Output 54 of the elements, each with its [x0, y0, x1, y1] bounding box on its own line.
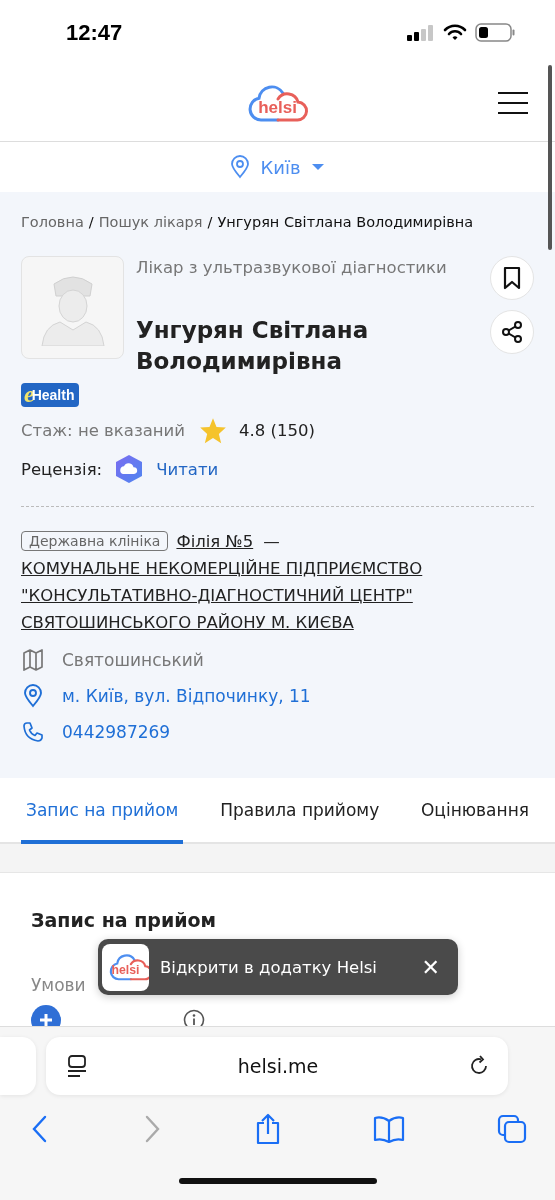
tab[interactable]: Правила прийому: [215, 778, 385, 844]
share-button[interactable]: [490, 310, 534, 354]
book-icon[interactable]: [372, 1115, 405, 1143]
reader-icon: [66, 1054, 88, 1078]
conditions-label: Умови: [31, 975, 86, 995]
open-in-app-banner[interactable]: helsi Відкрити в додатку Helsi ✕: [98, 939, 458, 995]
section-title: Запис на прийом: [31, 909, 218, 931]
scrollbar[interactable]: [548, 65, 552, 250]
phone-link[interactable]: 0442987269: [62, 722, 171, 742]
share-icon[interactable]: [254, 1113, 281, 1145]
breadcrumb-separator: /: [207, 214, 213, 230]
doctor-specialty: Лікар з ультразвукової діагностики: [136, 258, 448, 277]
phone-icon: [21, 720, 45, 744]
cloud-icon: [246, 83, 309, 123]
signal-icon: [407, 24, 435, 41]
review-link[interactable]: Читати: [156, 459, 219, 479]
clinic-name-link[interactable]: КОМУНАЛЬНЕ НЕКОМЕРЦІЙНЕ ПІДПРИЄМСТВО "КОНСУЛЬТАТИВНО-ДІАГНОСТИЧНИЙ ЦЕНТР" СВЯТОШИНСЬКОГО РАЙОНУ М. КИЄВА: [21, 555, 534, 636]
helsi-logo[interactable]: helsi: [246, 83, 309, 123]
clinic-type-tag: Державна клініка: [21, 531, 169, 551]
logo-text: helsi: [111, 963, 140, 978]
star-icon: [199, 417, 228, 444]
location-pin-icon: [230, 155, 251, 179]
doctor-name: Унгурян Світлана Володимирівна: [136, 316, 370, 376]
breadcrumb-current: Унгурян Світлана Володимирівна: [217, 214, 474, 230]
map-icon: [21, 648, 45, 672]
url-text: helsi.me: [237, 1055, 319, 1077]
caret-icon: [310, 163, 325, 171]
tab[interactable]: Оцінювання: [416, 778, 534, 844]
experience-text: Стаж: не вказаний: [21, 421, 186, 440]
battery-icon: [475, 23, 515, 42]
dash-separator: —: [263, 531, 280, 551]
breadcrumb-separator: /: [88, 214, 94, 230]
menu-icon[interactable]: [497, 91, 529, 115]
banner-text: Відкрити в додатку Helsi: [160, 957, 378, 977]
location-pin-icon: [21, 684, 45, 708]
logo-text: helsi: [258, 98, 297, 118]
tabs-icon[interactable]: [497, 1114, 527, 1144]
review-label: Рецензія:: [21, 459, 103, 479]
branch-link[interactable]: Філія №5: [176, 531, 254, 551]
bookmark-icon: [502, 266, 522, 290]
cloud-icon: [108, 952, 149, 982]
district-text: Святошинський: [62, 650, 204, 670]
address-link[interactable]: м. Київ, вул. Відпочинку, 11: [62, 686, 311, 706]
wifi-icon: [443, 24, 467, 41]
bookmark-button[interactable]: [490, 256, 534, 300]
address-field[interactable]: helsi.me: [46, 1037, 508, 1095]
breadcrumb-link[interactable]: Пошук лікаря: [98, 214, 203, 230]
clock-time: 12:47: [66, 19, 123, 46]
breadcrumb-link[interactable]: Головна: [21, 214, 84, 230]
rating-text: 4.8 (150): [239, 421, 315, 440]
share-icon: [500, 320, 524, 344]
city-selector[interactable]: Київ: [230, 155, 325, 179]
close-button[interactable]: ✕: [421, 954, 440, 980]
cloud-hexagon-icon: [114, 454, 145, 484]
